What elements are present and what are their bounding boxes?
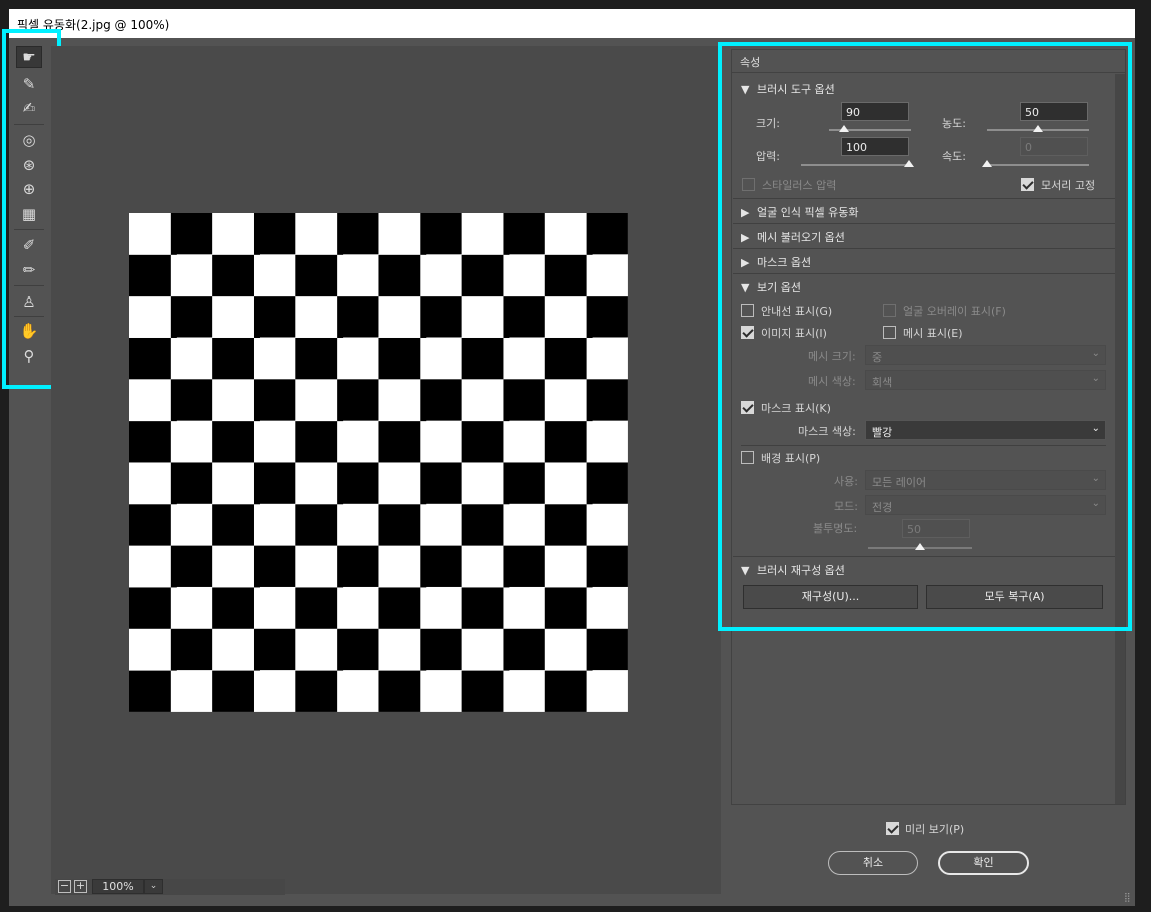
- window-frame-bottom: [0, 906, 1151, 912]
- ok-button[interactable]: 확인: [938, 851, 1029, 875]
- cancel-button[interactable]: 취소: [828, 851, 918, 875]
- zoom-in-button[interactable]: +: [74, 880, 87, 893]
- zoom-out-button[interactable]: −: [58, 880, 71, 893]
- zoom-bar: [55, 879, 285, 895]
- zoom-dropdown-caret[interactable]: ⌄: [144, 879, 163, 894]
- window-frame-top: [0, 0, 1151, 9]
- preview-label: 미리 보기(P): [905, 823, 965, 836]
- checkerboard-image[interactable]: [129, 213, 628, 712]
- properties-highlight-box: [718, 42, 1132, 631]
- preview-checkbox[interactable]: [886, 822, 899, 835]
- resize-grip-icon[interactable]: ⣿: [1124, 893, 1131, 903]
- window-title: 픽셀 유동화(2.jpg @ 100%): [9, 9, 1135, 38]
- window-frame-right: [1135, 0, 1151, 912]
- zoom-level-field[interactable]: 100%: [92, 879, 144, 894]
